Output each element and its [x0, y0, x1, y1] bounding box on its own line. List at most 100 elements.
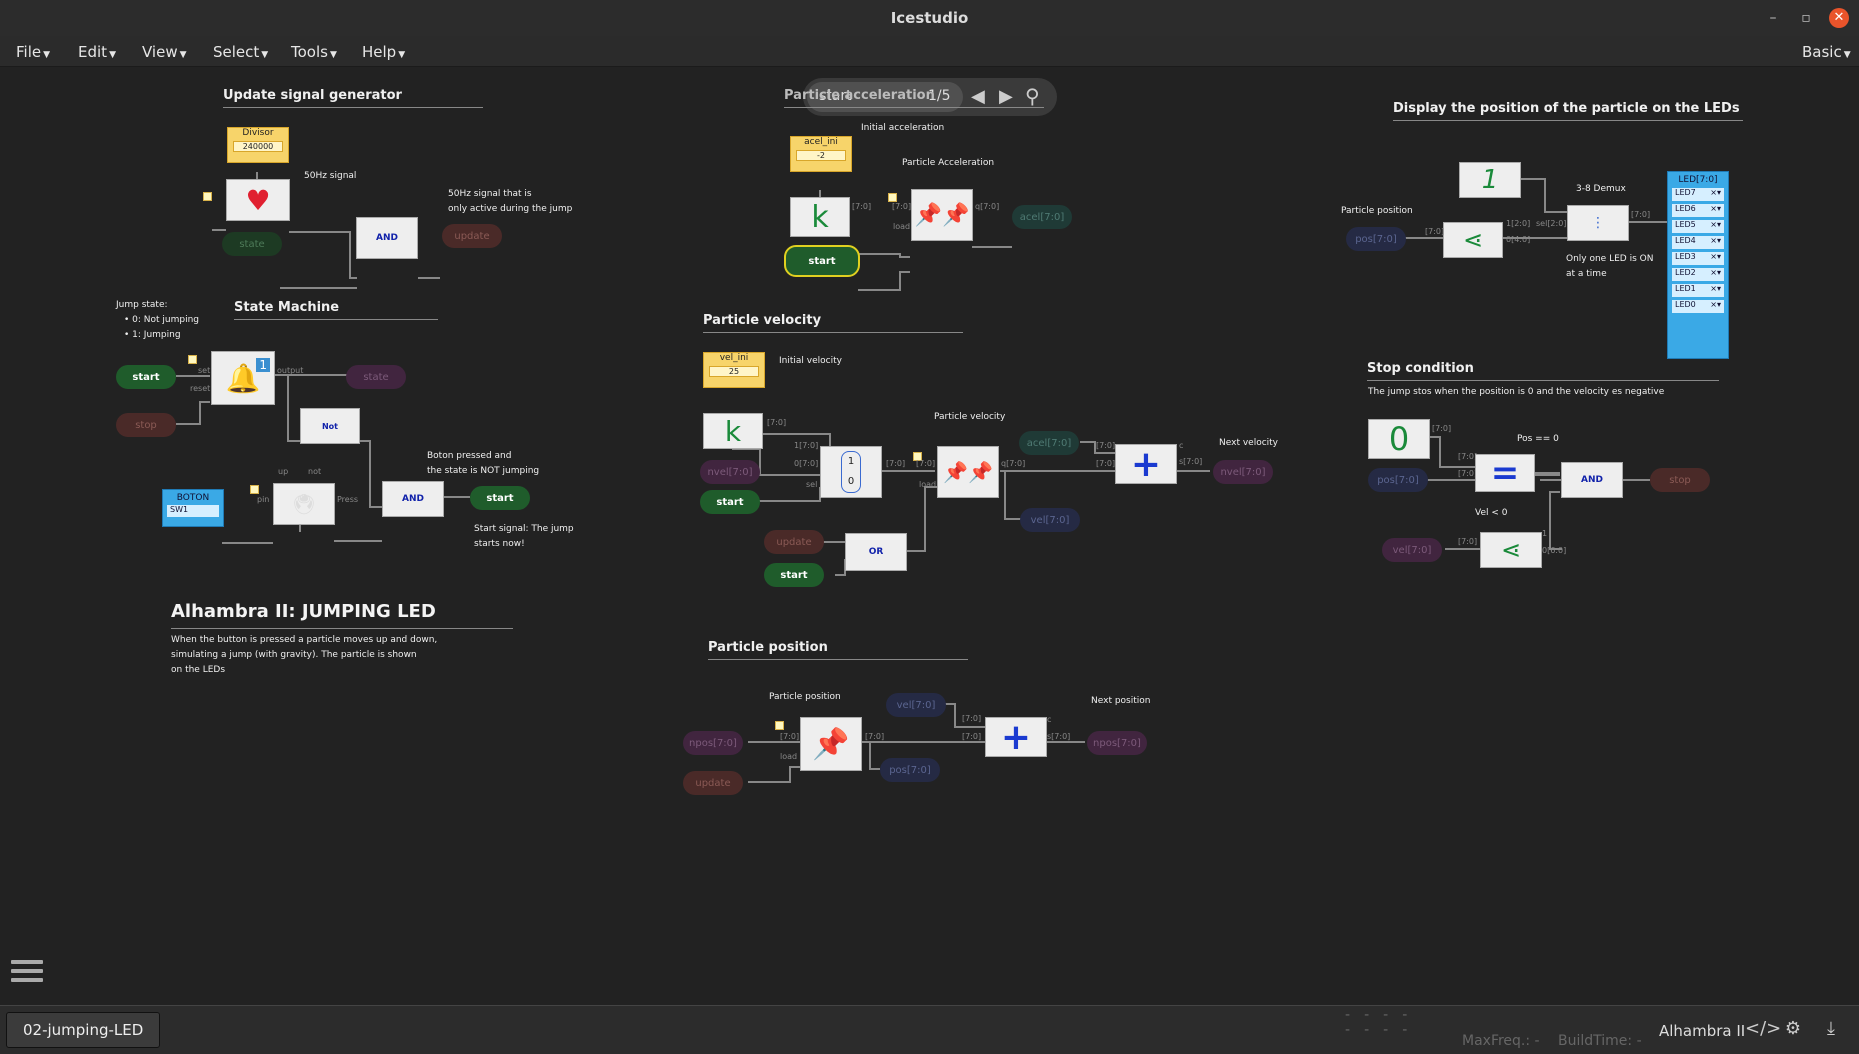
label-npos-out[interactable]: npos[7:0] [1087, 731, 1147, 755]
label-pos-display[interactable]: pos[7:0] [1346, 227, 1406, 251]
menu-tools[interactable]: Tools ▼ [291, 43, 337, 61]
comment-one-led: Only one LED is ON at a time [1566, 252, 1653, 282]
label-npos-in[interactable]: npos[7:0] [683, 731, 743, 755]
port: [7:0] [886, 459, 906, 468]
clear-icon[interactable]: ×▾ [1710, 252, 1721, 261]
adder-vel[interactable]: + [1115, 444, 1177, 485]
code-icon[interactable]: </> [1745, 1018, 1781, 1042]
k-block-vel[interactable]: k [703, 413, 763, 449]
led-item[interactable]: LED4 ×▾ [1672, 236, 1724, 249]
adder-pos[interactable]: + [985, 717, 1047, 758]
label-stop-sm[interactable]: stop [116, 413, 176, 437]
menu-select[interactable]: Select ▼ [213, 43, 268, 61]
label-start-sm-out[interactable]: start [470, 486, 530, 510]
label-start-acc[interactable]: start [784, 245, 860, 277]
board-name[interactable]: Alhambra II [1659, 1022, 1745, 1040]
label-stop-out[interactable]: stop [1650, 468, 1710, 492]
and-gate-update[interactable]: AND [356, 217, 418, 259]
button-debouncer[interactable]: 🖲 [273, 483, 335, 525]
split-block-stop[interactable]: ⋖ [1480, 532, 1542, 568]
label-vel-pos[interactable]: vel[7:0] [886, 693, 946, 717]
label-update-vel[interactable]: update [764, 530, 824, 554]
status-bar: 02-jumping-LED ---- ---- MaxFreq.: - Bui… [0, 1005, 1859, 1054]
hamburger-icon[interactable] [11, 960, 43, 992]
vel-ini-constant[interactable]: vel_ini 25 [703, 352, 765, 388]
const-zero-block[interactable]: 0 [1368, 419, 1430, 459]
label-update-pos[interactable]: update [683, 771, 743, 795]
led-item[interactable]: LED7 ×▾ [1672, 188, 1724, 201]
and-gate-sm[interactable]: AND [382, 481, 444, 517]
settings-icon[interactable]: ⚙ [1780, 1018, 1806, 1042]
led-item[interactable]: LED2 ×▾ [1672, 268, 1724, 281]
label-start-vel[interactable]: start [700, 490, 760, 514]
led-item[interactable]: LED3 ×▾ [1672, 252, 1724, 265]
comment-init-acc: Initial acceleration [861, 123, 945, 133]
k-block-acc[interactable]: k [790, 197, 850, 237]
mux-block[interactable]: 10 [820, 446, 882, 498]
demux-block[interactable]: ⋮ [1567, 205, 1629, 241]
menu-edit[interactable]: Edit ▼ [78, 43, 116, 61]
clear-icon[interactable]: ×▾ [1710, 300, 1721, 309]
label-nvel-out[interactable]: nvel[7:0] [1213, 460, 1273, 484]
state-one-badge: 1 [256, 358, 270, 372]
or-gate-vel[interactable]: OR [845, 533, 907, 571]
led-item[interactable]: LED5 ×▾ [1672, 220, 1724, 233]
not-gate[interactable]: Not [300, 408, 360, 444]
const-one-block[interactable]: 1 [1459, 162, 1521, 198]
port: [7:0] [780, 732, 800, 741]
boton-input[interactable]: BOTON SW1 [162, 489, 224, 527]
minimize-icon[interactable]: – [1763, 8, 1783, 28]
register-pos[interactable]: 📌 [800, 717, 862, 771]
clear-icon[interactable]: ×▾ [1710, 188, 1721, 197]
download-icon[interactable]: ⤓ [1818, 1018, 1844, 1042]
acel-ini-constant[interactable]: acel_ini -2 [790, 136, 852, 172]
label-vel-stop[interactable]: vel[7:0] [1382, 538, 1442, 562]
led-item[interactable]: LED0 ×▾ [1672, 300, 1724, 313]
label-state-in[interactable]: state [222, 232, 282, 256]
and-gate-stop[interactable]: AND [1561, 462, 1623, 498]
flipflop-state[interactable]: 🔔 1 [211, 351, 275, 405]
port: [7:0] [852, 202, 872, 211]
port: output [277, 366, 304, 375]
split-block-display[interactable]: ⋖ [1443, 222, 1503, 258]
comment-next-vel: Next velocity [1219, 438, 1279, 448]
label-pos-stop[interactable]: pos[7:0] [1368, 468, 1428, 492]
label-update-out[interactable]: update [442, 224, 502, 248]
label-acel-out[interactable]: acel[7:0] [1012, 205, 1072, 229]
clear-icon[interactable]: ×▾ [1710, 220, 1721, 229]
menu-mode[interactable]: Basic ▼ [1802, 43, 1851, 61]
label-vel-out[interactable]: vel[7:0] [1020, 508, 1080, 532]
label-start-vel-2[interactable]: start [764, 563, 824, 587]
menu-help[interactable]: Help ▼ [362, 43, 405, 61]
pins-icon: 📌📌 [943, 460, 993, 484]
label-pos-out[interactable]: pos[7:0] [880, 758, 940, 782]
port: 1[7:0] [794, 441, 819, 450]
clear-icon[interactable]: ×▾ [1710, 268, 1721, 277]
label-nvel-in[interactable]: nvel[7:0] [700, 460, 760, 484]
led-item[interactable]: LED1 ×▾ [1672, 284, 1724, 297]
heart-divider-block[interactable]: ♥ [226, 179, 290, 221]
comment-part-vel: Particle velocity [934, 412, 1006, 422]
led-item[interactable]: LED6 ×▾ [1672, 204, 1724, 217]
divisor-constant[interactable]: Divisor 240000 [227, 127, 289, 163]
boton-select[interactable]: SW1 [167, 505, 219, 517]
label-state-out[interactable]: state [346, 365, 406, 389]
clear-icon[interactable]: ×▾ [1710, 204, 1721, 213]
comment-text: 0: Not jumping [132, 315, 200, 325]
menu-view[interactable]: View ▼ [142, 43, 187, 61]
clear-icon[interactable]: ×▾ [1710, 236, 1721, 245]
led-output-block[interactable]: LED[7:0] LED7 ×▾ LED6 ×▾ LED5 ×▾ LED4 ×▾ LED3 ×▾ L… [1667, 171, 1729, 359]
close-icon[interactable]: ✕ [1829, 8, 1849, 28]
comment-demux: 3-8 Demux [1576, 184, 1626, 194]
design-canvas[interactable]: start 1/5 ◀ ▶ ⚲ Update signal generator … [0, 67, 1859, 1005]
maximize-icon[interactable]: ▫ [1796, 8, 1816, 28]
file-tab[interactable]: 02-jumping-LED [6, 1012, 161, 1048]
register-vel[interactable]: 📌📌 [937, 446, 999, 498]
label-acel-in[interactable]: acel[7:0] [1019, 431, 1079, 455]
comment-boton: Boton pressed and the state is NOT jumpin… [427, 449, 539, 479]
clear-icon[interactable]: ×▾ [1710, 284, 1721, 293]
register-acc[interactable]: 📌📌 [911, 189, 973, 241]
menu-file[interactable]: File ▼ [16, 43, 50, 61]
label-start-sm[interactable]: start [116, 365, 176, 389]
equal-block[interactable]: = [1475, 453, 1535, 493]
